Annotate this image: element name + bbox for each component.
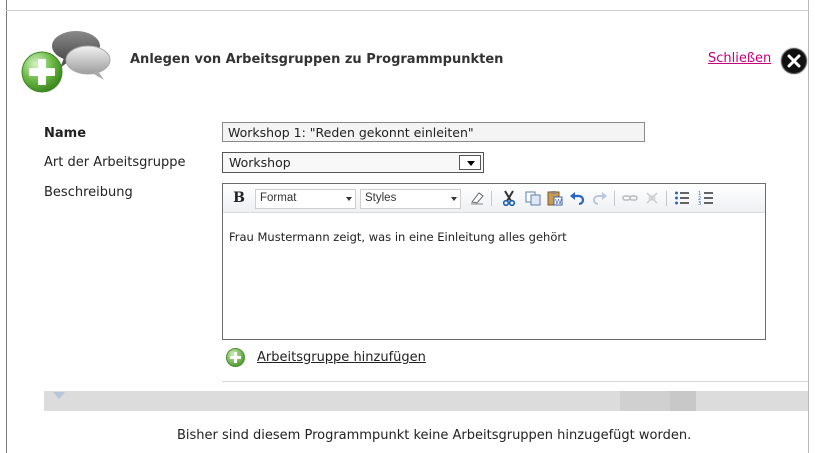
format-dropdown-label: Format <box>260 192 297 204</box>
toolbar-separator <box>491 191 492 206</box>
close-link[interactable]: Schließen <box>708 51 771 66</box>
add-icon[interactable] <box>226 348 245 367</box>
bulleted-list-icon[interactable] <box>672 189 692 207</box>
frame-border-right <box>808 0 809 453</box>
group-type-value: Workshop <box>229 155 291 170</box>
name-label: Name <box>44 126 87 141</box>
workgroup-logo-icon <box>20 28 116 98</box>
paste-word-icon[interactable]: W <box>546 189 564 207</box>
bold-button[interactable]: B <box>231 189 247 207</box>
undo-icon[interactable] <box>568 189 586 207</box>
collapse-triangle-icon[interactable] <box>53 392 65 399</box>
numbered-list-icon[interactable]: 123 <box>696 189 716 207</box>
svg-text:3: 3 <box>698 201 701 206</box>
frame-border-left <box>6 0 7 453</box>
list-header-block <box>670 391 696 411</box>
copy-icon[interactable] <box>524 189 542 207</box>
description-label: Beschreibung <box>44 185 133 200</box>
styles-dropdown[interactable]: Styles <box>360 189 461 209</box>
toolbar-separator <box>666 191 667 206</box>
styles-dropdown-label: Styles <box>365 192 397 204</box>
cut-icon[interactable] <box>500 189 518 207</box>
dialog-title: Anlegen von Arbeitsgruppen zu Programmpu… <box>130 52 504 67</box>
unlink-icon[interactable] <box>643 189 661 207</box>
svg-text:W: W <box>555 198 562 206</box>
chevron-down-icon[interactable] <box>459 155 481 170</box>
list-header-block <box>620 391 670 411</box>
description-editor[interactable]: B Format Styles W 1 2 3 Frau Mustermann … <box>222 183 766 340</box>
close-icon[interactable] <box>781 48 807 74</box>
redo-icon[interactable] <box>591 189 609 207</box>
editor-content[interactable]: Frau Mustermann zeigt, was in eine Einle… <box>229 230 567 244</box>
top-divider <box>6 10 809 11</box>
chevron-down-icon <box>346 197 352 201</box>
empty-list-message: Bisher sind diesem Programmpunkt keine A… <box>177 428 692 443</box>
eraser-icon[interactable] <box>467 189 487 207</box>
format-dropdown[interactable]: Format <box>255 189 356 209</box>
group-type-select[interactable]: Workshop <box>222 152 484 173</box>
editor-toolbar: B Format Styles W 1 2 3 <box>223 184 765 213</box>
section-divider <box>222 381 808 382</box>
link-icon[interactable] <box>621 189 639 207</box>
add-workgroup-link[interactable]: Arbeitsgruppe hinzufügen <box>257 350 426 365</box>
toolbar-separator <box>614 191 615 206</box>
chevron-down-icon <box>451 197 457 201</box>
group-type-label: Art der Arbeitsgruppe <box>44 155 186 170</box>
name-input[interactable]: Workshop 1: "Reden gekonnt einleiten" <box>222 122 645 142</box>
